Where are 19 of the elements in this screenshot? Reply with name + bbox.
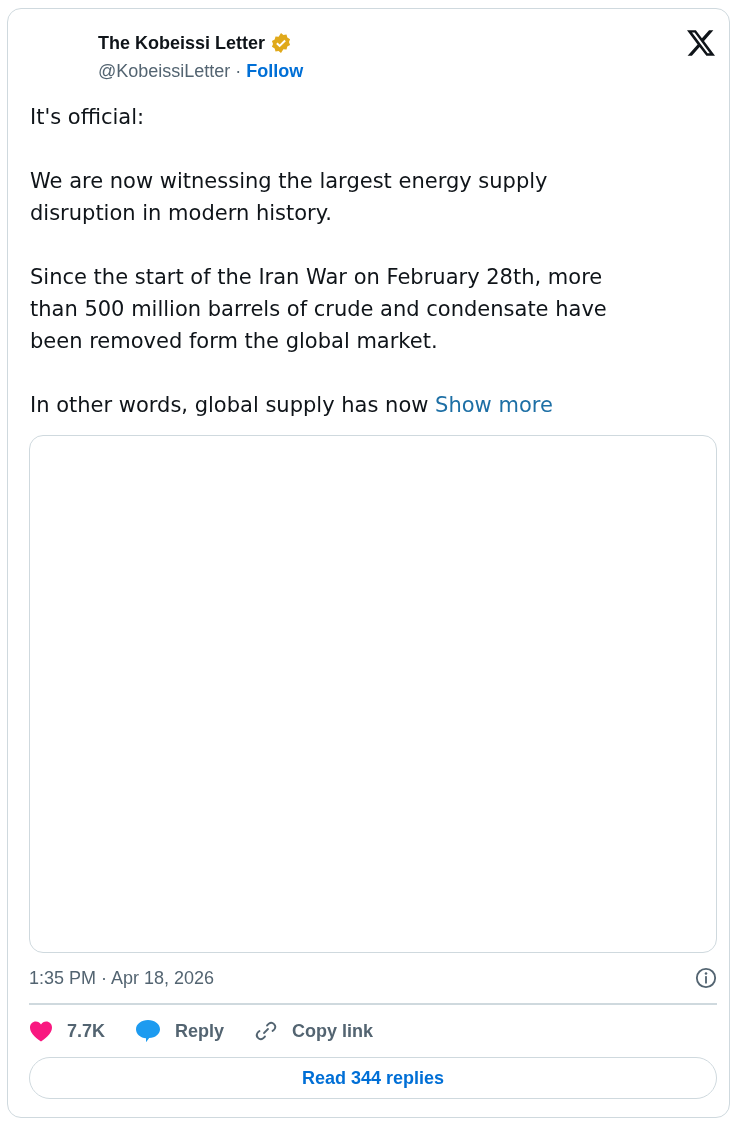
like-button[interactable]: 7.7K — [67, 1017, 106, 1045]
timestamp[interactable]: 1:35 PM · Apr 18, 2026 — [29, 964, 215, 992]
read-replies-button[interactable]: Read 344 replies — [29, 1057, 717, 1099]
tweet-paragraph: It's official: — [30, 104, 146, 131]
reply-button[interactable]: Reply — [175, 1017, 225, 1045]
heart-icon — [29, 1020, 53, 1042]
tweet-paragraph: Since the start of the Iran War on February 28th, more than 500 million barrels of crude and condensate have been removed form the global market. — [30, 264, 608, 355]
speech-bubble-icon — [135, 1019, 162, 1043]
show-more-link[interactable]: Show more — [435, 393, 553, 417]
copy-link-button[interactable]: Copy link — [292, 1017, 374, 1045]
author-name[interactable]: The Kobeissi Letter — [98, 29, 266, 57]
follow-link[interactable]: Follow — [246, 57, 304, 85]
info-icon[interactable] — [695, 967, 717, 989]
link-icon — [254, 1019, 279, 1043]
tweet-paragraph: In other words, global supply has now Show more — [30, 392, 554, 419]
separator-dot: · — [234, 60, 243, 83]
tweet-paragraph: We are now witnessing the largest energy supply disruption in modern history. — [30, 168, 549, 227]
x-logo-icon[interactable] — [687, 30, 715, 56]
author-handle[interactable]: @KobeissiLetter — [98, 57, 231, 85]
